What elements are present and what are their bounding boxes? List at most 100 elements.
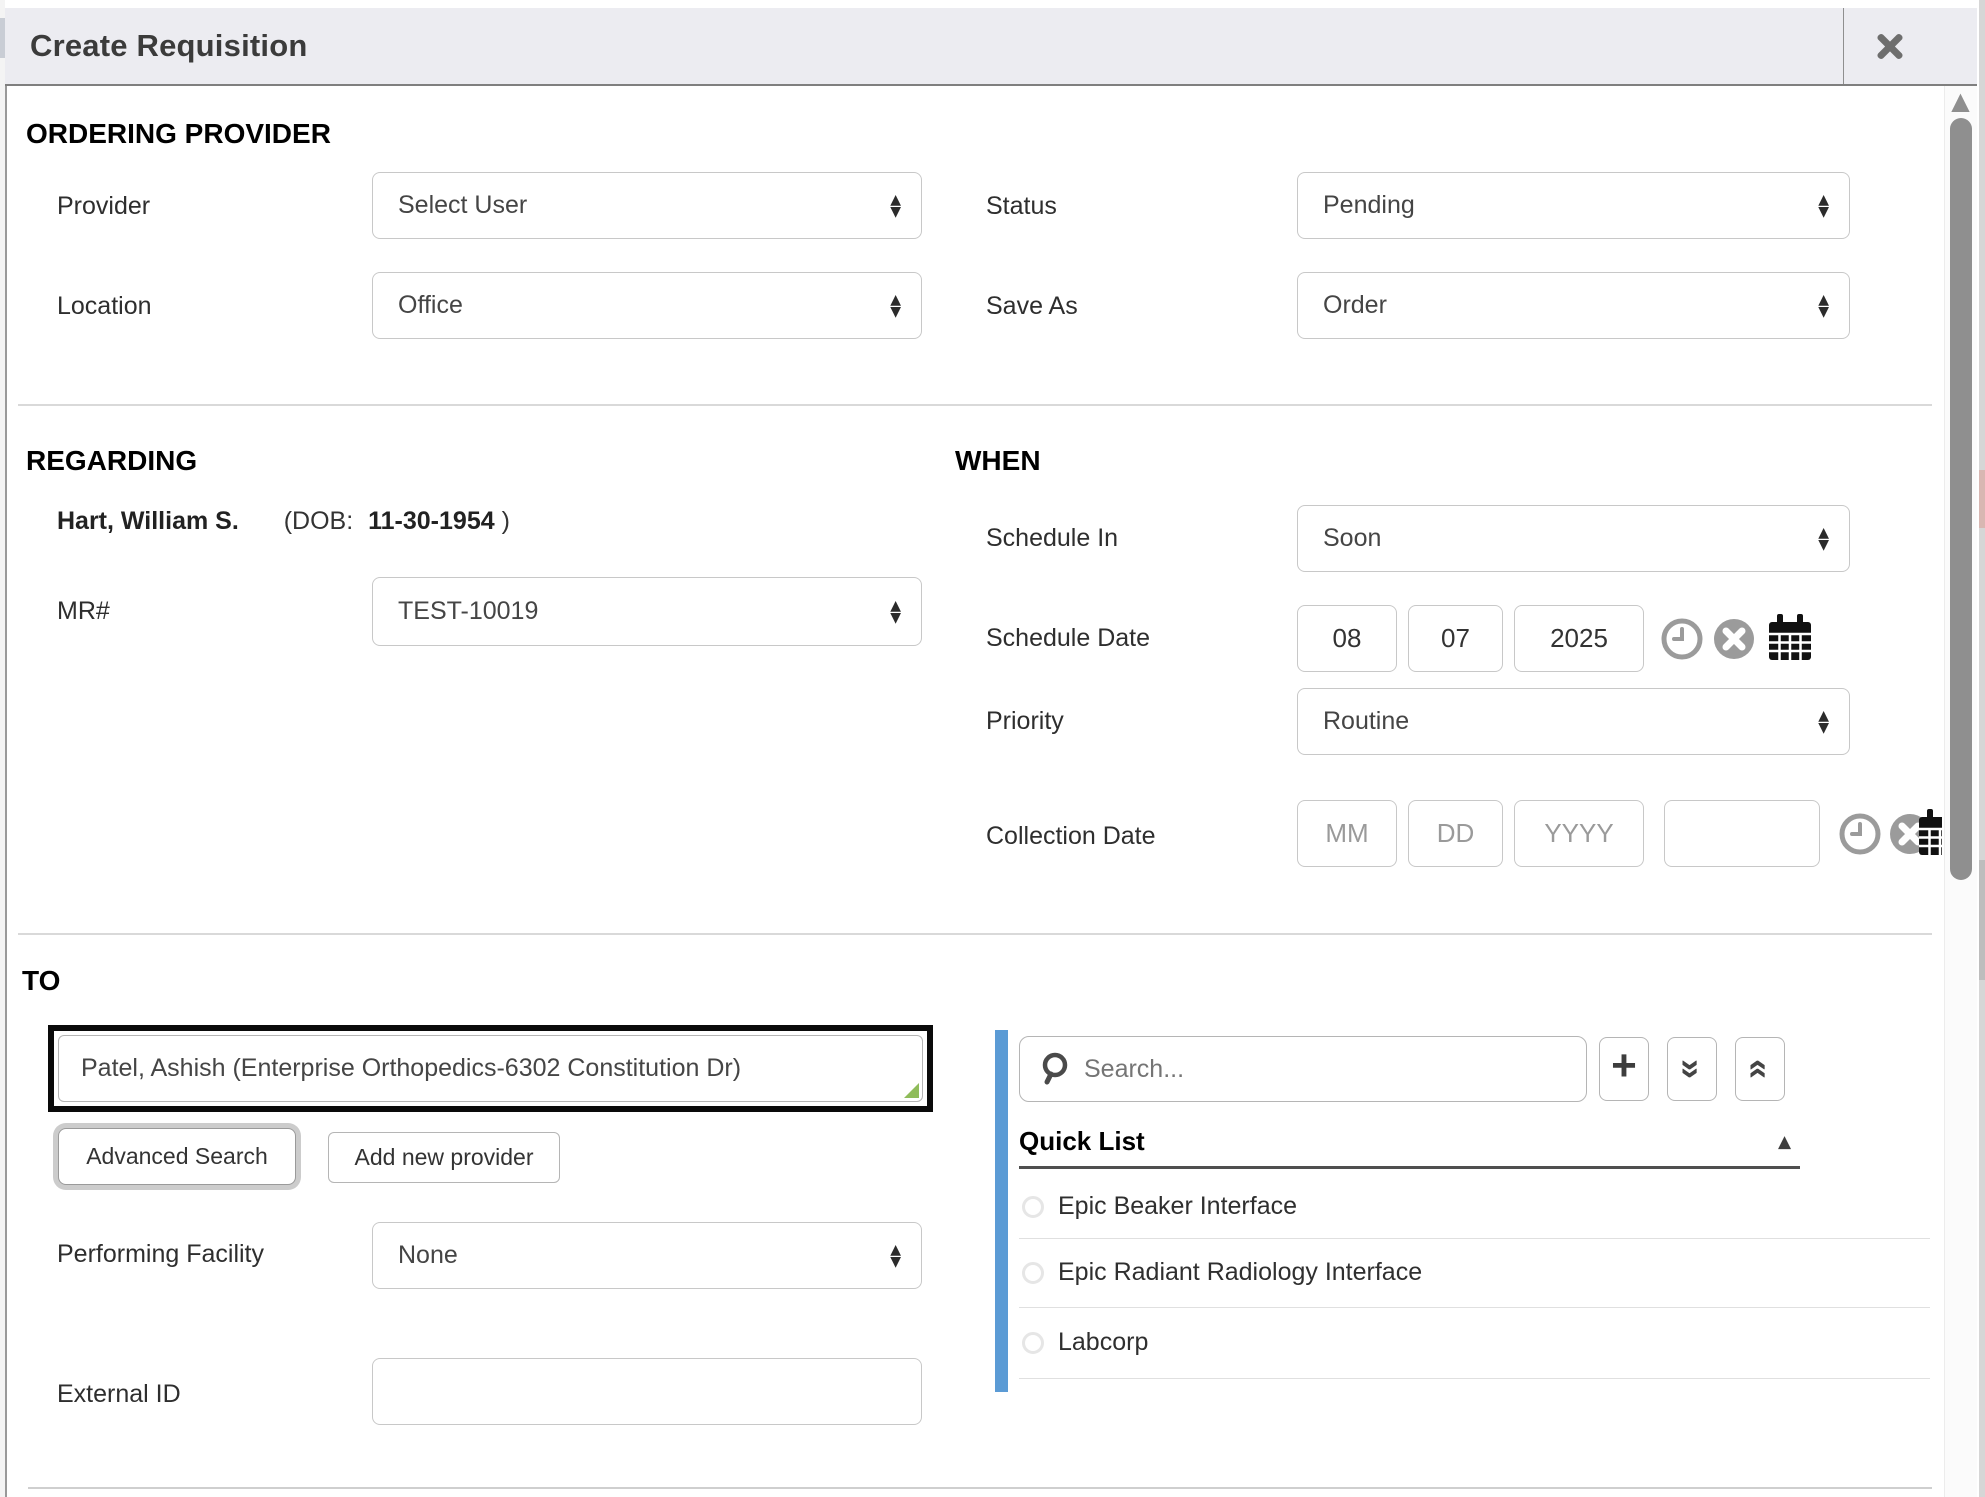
picker-accent-bar: [995, 1030, 1008, 1392]
external-id-input[interactable]: [372, 1358, 922, 1425]
save-as-label: Save As: [986, 292, 1078, 321]
section-divider: [18, 933, 1932, 935]
collection-calendar-icon[interactable]: [1916, 808, 1942, 858]
schedule-in-label: Schedule In: [986, 524, 1118, 553]
schedule-day-input[interactable]: [1408, 605, 1503, 672]
schedule-month-input[interactable]: [1297, 605, 1397, 672]
status-select-value: Pending: [1323, 191, 1415, 220]
select-arrows-icon: ▲▼: [890, 600, 901, 624]
patient-line: Hart, William S. (DOB: 11-30-1954 ): [57, 507, 510, 536]
double-chevron-down-icon: »: [1671, 1059, 1713, 1079]
advanced-search-label: Advanced Search: [86, 1143, 268, 1170]
resize-grip-icon: [904, 1083, 919, 1098]
provider-select-value: Select User: [398, 191, 527, 220]
close-button[interactable]: [1851, 8, 1929, 84]
quick-list-radio[interactable]: [1022, 1196, 1044, 1218]
mr-select[interactable]: TEST-10019 ▲▼: [372, 577, 922, 646]
quick-list-collapse-icon[interactable]: ▲: [1778, 1132, 1791, 1152]
to-provider-value: Patel, Ashish (Enterprise Orthopedics-63…: [81, 1054, 741, 1083]
create-requisition-dialog: Create Requisition ▲ ORDERING PROVIDER P…: [0, 0, 1985, 1497]
performing-facility-select-value: None: [398, 1241, 458, 1270]
section-heading-when: WHEN: [955, 445, 1041, 477]
page-background-right: [1979, 0, 1985, 1497]
schedule-now-clock-icon[interactable]: [1660, 617, 1704, 661]
header-separator: [1843, 8, 1844, 84]
priority-select[interactable]: Routine ▲▼: [1297, 688, 1850, 755]
select-arrows-icon: ▲▼: [890, 194, 901, 218]
close-icon: [1873, 29, 1907, 63]
add-new-provider-button[interactable]: Add new provider: [328, 1132, 560, 1183]
priority-select-value: Routine: [1323, 707, 1409, 736]
scrollbar-thumb[interactable]: [1950, 118, 1972, 880]
collection-date-label: Collection Date: [986, 822, 1156, 851]
patient-dob: 11-30-1954: [368, 507, 495, 535]
status-label: Status: [986, 192, 1057, 221]
performing-facility-select[interactable]: None ▲▼: [372, 1222, 922, 1289]
quick-list-item[interactable]: Epic Radiant Radiology Interface: [1058, 1258, 1422, 1287]
provider-search-box: [1019, 1036, 1587, 1102]
quick-list-divider: [1019, 1166, 1800, 1169]
collection-day-input[interactable]: [1408, 800, 1503, 867]
to-provider-select-highlighted[interactable]: Patel, Ashish (Enterprise Orthopedics-63…: [48, 1025, 933, 1112]
advanced-search-button[interactable]: Advanced Search: [58, 1128, 296, 1185]
schedule-in-select[interactable]: Soon ▲▼: [1297, 505, 1850, 572]
list-divider: [1019, 1307, 1930, 1308]
select-arrows-icon: ▲▼: [1818, 294, 1829, 318]
collection-month-input[interactable]: [1297, 800, 1397, 867]
quick-list-radio[interactable]: [1022, 1332, 1044, 1354]
provider-select[interactable]: Select User ▲▼: [372, 172, 922, 239]
section-heading-ordering-provider: ORDERING PROVIDER: [26, 118, 331, 150]
select-arrows-icon: ▲▼: [1818, 527, 1829, 551]
save-as-select-value: Order: [1323, 291, 1387, 320]
list-divider: [1019, 1238, 1930, 1239]
external-id-label: External ID: [57, 1380, 181, 1409]
provider-search-input[interactable]: [1082, 1054, 1586, 1085]
schedule-date-label: Schedule Date: [986, 624, 1150, 653]
schedule-year-input[interactable]: [1514, 605, 1644, 672]
quick-list-heading: Quick List: [1019, 1126, 1145, 1157]
bottom-divider: [28, 1487, 1932, 1489]
collection-now-clock-icon[interactable]: [1838, 812, 1882, 856]
schedule-in-select-value: Soon: [1323, 524, 1381, 553]
section-heading-regarding: REGARDING: [26, 445, 197, 477]
select-arrows-icon: ▲▼: [890, 294, 901, 318]
status-select[interactable]: Pending ▲▼: [1297, 172, 1850, 239]
search-icon: [1038, 1051, 1072, 1087]
schedule-calendar-icon[interactable]: [1766, 613, 1814, 663]
quick-list-item[interactable]: Labcorp: [1058, 1328, 1148, 1357]
schedule-clear-icon[interactable]: [1712, 617, 1756, 661]
dob-prefix: (DOB:: [284, 507, 353, 535]
dob-suffix: ): [502, 507, 510, 535]
provider-label: Provider: [57, 192, 150, 221]
collapse-all-button[interactable]: «: [1735, 1037, 1785, 1101]
select-arrows-icon: ▲▼: [1818, 710, 1829, 734]
mr-select-value: TEST-10019: [398, 597, 538, 626]
save-as-select[interactable]: Order ▲▼: [1297, 272, 1850, 339]
quick-list-radio[interactable]: [1022, 1262, 1044, 1284]
select-arrows-icon: ▲▼: [890, 1244, 901, 1268]
section-heading-to: TO: [22, 965, 60, 997]
mr-label: MR#: [57, 597, 110, 626]
patient-name: Hart, William S.: [57, 507, 239, 535]
location-label: Location: [57, 292, 152, 321]
add-new-provider-label: Add new provider: [355, 1144, 534, 1171]
performing-facility-label: Performing Facility: [57, 1232, 287, 1276]
plus-icon: +: [1611, 1046, 1637, 1092]
section-divider: [18, 404, 1932, 406]
collection-year-input[interactable]: [1514, 800, 1644, 867]
add-provider-button[interactable]: +: [1599, 1037, 1649, 1101]
location-select-value: Office: [398, 291, 463, 320]
priority-label: Priority: [986, 707, 1064, 736]
double-chevron-up-icon: «: [1739, 1059, 1781, 1079]
scrollbar-up-arrow[interactable]: ▲: [1944, 86, 1977, 116]
expand-all-button[interactable]: »: [1667, 1037, 1717, 1101]
dialog-title: Create Requisition: [30, 28, 307, 64]
location-select[interactable]: Office ▲▼: [372, 272, 922, 339]
select-arrows-icon: ▲▼: [1818, 194, 1829, 218]
to-provider-select-inner: Patel, Ashish (Enterprise Orthopedics-63…: [58, 1035, 923, 1102]
quick-list-item[interactable]: Epic Beaker Interface: [1058, 1192, 1297, 1221]
collection-time-input[interactable]: [1664, 800, 1820, 867]
background-fragment: [1979, 470, 1985, 528]
list-divider: [1019, 1378, 1930, 1379]
background-fragment: [1979, 860, 1985, 980]
